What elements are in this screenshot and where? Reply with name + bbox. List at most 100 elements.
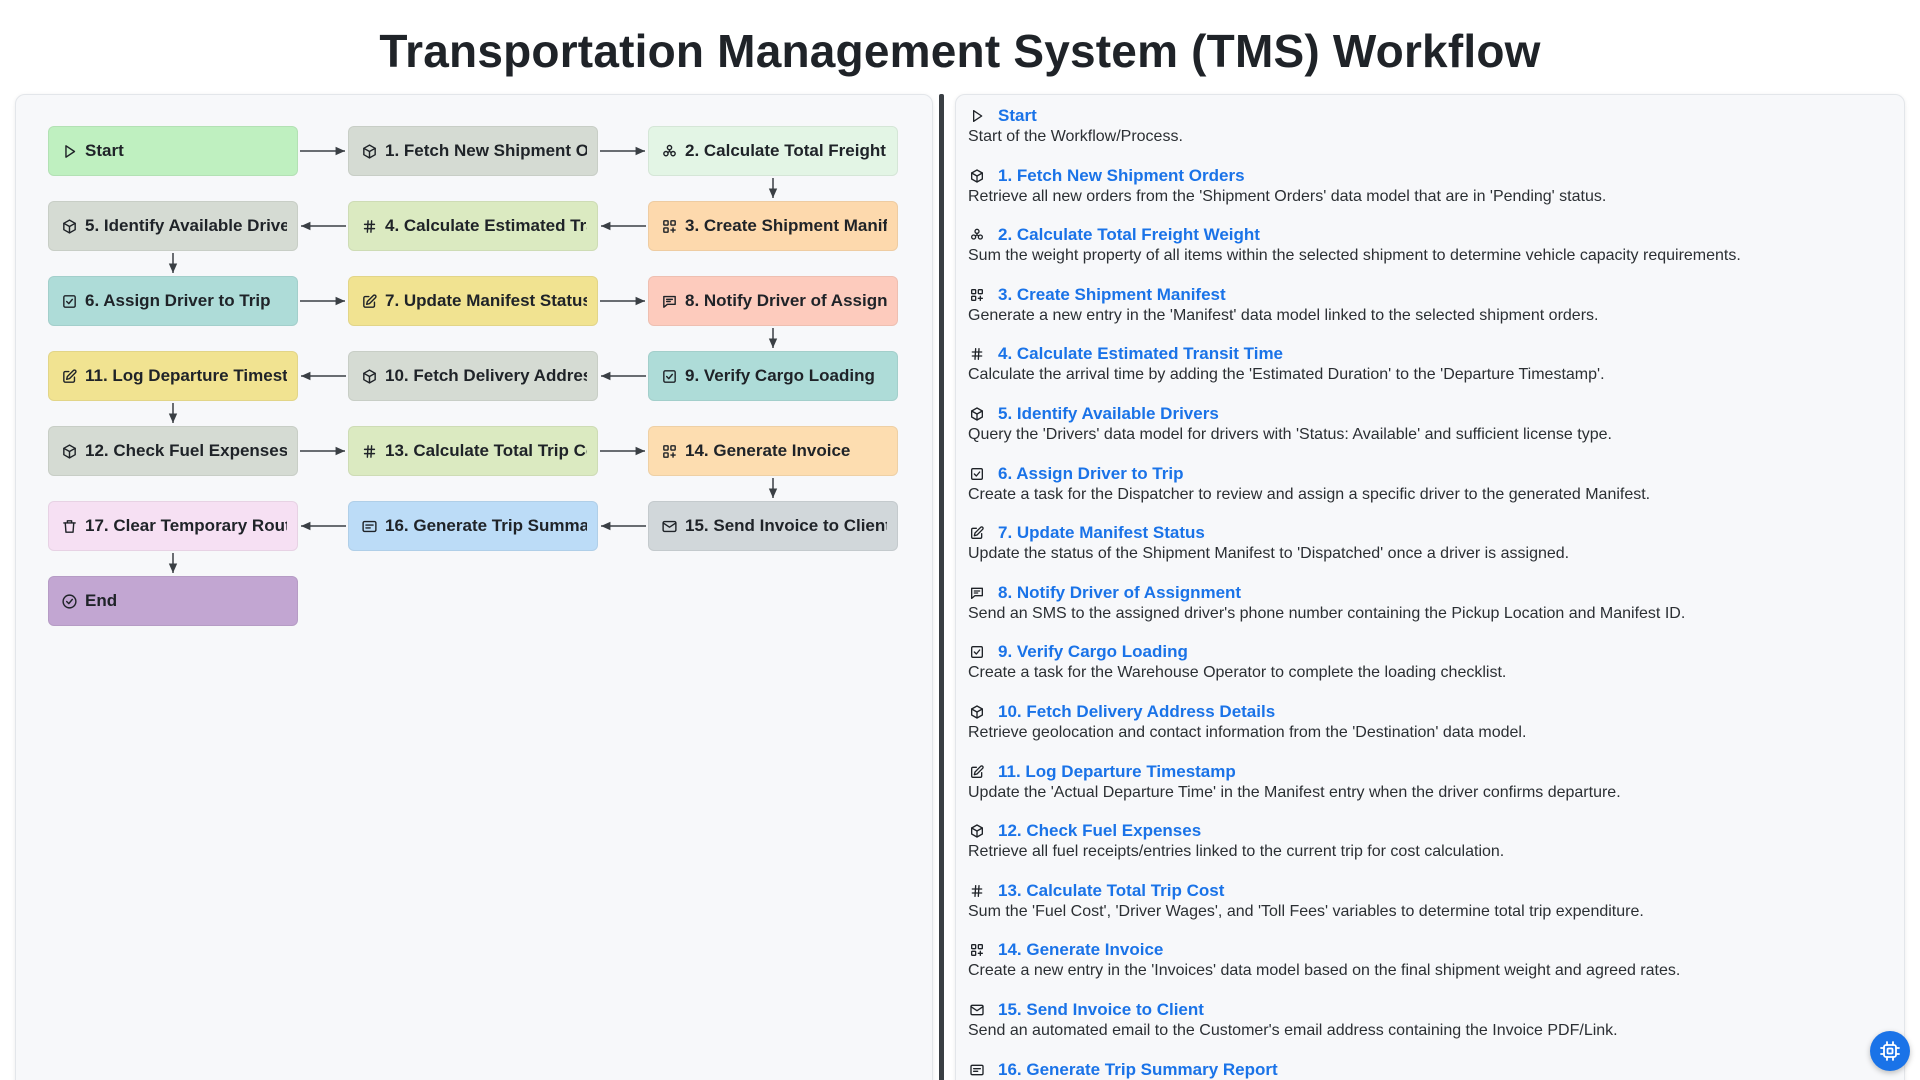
check-circle-icon (61, 593, 78, 610)
hash-icon (363, 444, 376, 458)
step-description-title-link[interactable]: 8. Notify Driver of Assignment (998, 583, 1241, 603)
step-description-title-link[interactable]: 9. Verify Cargo Loading (998, 642, 1188, 662)
hash-icon (968, 346, 985, 363)
workflow-node[interactable]: 5. Identify Available Drivers (48, 201, 298, 251)
workflow-node[interactable]: 14. Generate Invoice (648, 426, 898, 476)
workflow-node[interactable]: 4. Calculate Estimated Transit Time (348, 201, 598, 251)
step-description-title-link[interactable]: 16. Generate Trip Summary Report (998, 1060, 1278, 1080)
workflow-node[interactable]: 1. Fetch New Shipment Orders (348, 126, 598, 176)
step-description: 8. Notify Driver of Assignment Send an SM… (968, 582, 1888, 642)
workflow-node-label: 2. Calculate Total Freight Weight (685, 141, 887, 160)
step-description: 9. Verify Cargo Loading Create a task for… (968, 641, 1888, 701)
step-description-text: Generate a new entry in the 'Manifest' d… (968, 306, 1599, 324)
grid-icon (968, 286, 985, 303)
grid-icon (968, 942, 985, 959)
workflow-node[interactable]: 3. Create Shipment Manifest (648, 201, 898, 251)
play-icon (65, 144, 76, 158)
box-icon (363, 143, 376, 159)
step-description-title-link[interactable]: 11. Log Departure Timestamp (998, 762, 1236, 782)
step-description-header: 5. Identify Available Drivers (968, 403, 1888, 425)
workflow-node-label: 4. Calculate Estimated Transit Time (385, 216, 587, 235)
box-icon (61, 443, 78, 460)
box-icon (970, 824, 983, 838)
play-icon (61, 143, 78, 160)
step-description-text: Query the 'Drivers' data model for drive… (968, 425, 1612, 443)
chip-icon (1880, 1041, 1900, 1061)
step-description-title-link[interactable]: 3. Create Shipment Manifest (998, 285, 1226, 305)
page-title: Transportation Management System (TMS) W… (379, 25, 1541, 77)
box-icon (63, 218, 76, 234)
edit-icon (63, 368, 77, 383)
step-description: 13. Calculate Total Trip Cost Sum the 'Fu… (968, 880, 1888, 940)
checkbox-icon (63, 294, 76, 308)
step-description-title-link[interactable]: Start (998, 106, 1037, 126)
hash-icon (363, 219, 376, 233)
step-description-title-link[interactable]: 12. Check Fuel Expenses (998, 821, 1201, 841)
workflow-node-label: 3. Create Shipment Manifest (685, 216, 887, 235)
message-icon (663, 295, 676, 308)
workflow-node-label: 16. Generate Trip Summary Report (385, 516, 587, 535)
step-description-title-link[interactable]: 5. Identify Available Drivers (998, 404, 1219, 424)
list-icon (361, 518, 378, 535)
workflow-node-label: 11. Log Departure Timestamp (85, 366, 287, 385)
workflow-node[interactable]: 9. Verify Cargo Loading (648, 351, 898, 401)
chip-icon-button[interactable] (1870, 1031, 1910, 1071)
box-icon (970, 705, 983, 719)
step-description-title-link[interactable]: 13. Calculate Total Trip Cost (998, 881, 1224, 901)
step-description-header: 2. Calculate Total Freight Weight (968, 224, 1888, 246)
step-description-title-link[interactable]: 15. Send Invoice to Client (998, 1000, 1204, 1020)
checkbox-icon (663, 369, 676, 383)
hash-icon (361, 218, 378, 235)
step-description: 12. Check Fuel Expenses Retrieve all fuel… (968, 820, 1888, 880)
grid-icon (663, 444, 676, 458)
workflow-node[interactable]: 15. Send Invoice to Client (648, 501, 898, 551)
step-description-title-link[interactable]: 7. Update Manifest Status (998, 523, 1205, 543)
step-description-text: Update the 'Actual Departure Time' in th… (968, 783, 1621, 801)
step-description-title-link[interactable]: 4. Calculate Estimated Transit Time (998, 344, 1283, 364)
step-description-title-link[interactable]: 1. Fetch New Shipment Orders (998, 166, 1245, 186)
workflow-node[interactable]: 16. Generate Trip Summary Report (348, 501, 598, 551)
cluster-icon (661, 143, 678, 160)
workflow-node[interactable]: 17. Clear Temporary Route Data (48, 501, 298, 551)
workflow-node[interactable]: 8. Notify Driver of Assignment (648, 276, 898, 326)
mail-icon (968, 1001, 985, 1018)
workflow-node-label: 9. Verify Cargo Loading (685, 366, 875, 385)
edit-icon (363, 293, 377, 308)
edit-icon (61, 368, 78, 385)
step-description-text: Create a task for the Dispatcher to revi… (968, 485, 1651, 503)
edit-icon (968, 525, 985, 542)
workflow-node[interactable]: 10. Fetch Delivery Address Details (348, 351, 598, 401)
workflow-node[interactable]: 7. Update Manifest Status (348, 276, 598, 326)
panel-divider[interactable] (939, 94, 944, 1080)
step-description-header: 4. Calculate Estimated Transit Time (968, 343, 1888, 365)
workflow-node[interactable]: End (48, 576, 298, 626)
workflow-node-label: 1. Fetch New Shipment Orders (385, 141, 587, 160)
step-description-text: Retrieve all new orders from the 'Shipme… (968, 187, 1607, 205)
workflow-node[interactable]: 2. Calculate Total Freight Weight (648, 126, 898, 176)
step-description-list: Start Start of the Workflow/Process. 1. Fe… (968, 105, 1888, 1080)
workflow-node[interactable]: 12. Check Fuel Expenses (48, 426, 298, 476)
workflow-node-label: 13. Calculate Total Trip Cost (385, 441, 587, 460)
workflow-node[interactable]: 13. Calculate Total Trip Cost (348, 426, 598, 476)
step-description-text: Create a task for the Warehouse Operator… (968, 664, 1507, 682)
step-descriptions-panel: Start Start of the Workflow/Process. 1. Fe… (955, 94, 1905, 1080)
checkbox-icon (970, 467, 983, 480)
step-description: 4. Calculate Estimated Transit Time Calcu… (968, 343, 1888, 403)
step-description: 2. Calculate Total Freight Weight Sum the… (968, 224, 1888, 284)
box-icon (361, 368, 378, 385)
box-icon (970, 168, 983, 183)
mail-icon (662, 520, 677, 532)
checkbox-icon (661, 368, 678, 385)
step-description-text: Retrieve all fuel receipts/entries linke… (968, 843, 1505, 861)
hash-icon (971, 348, 982, 361)
workflow-node[interactable]: 6. Assign Driver to Trip (48, 276, 298, 326)
workflow-node[interactable]: Start (48, 126, 298, 176)
step-description-title-link[interactable]: 14. Generate Invoice (998, 940, 1163, 960)
workflow-node[interactable]: 11. Log Departure Timestamp (48, 351, 298, 401)
step-description-text: Send an SMS to the assigned driver's pho… (968, 604, 1686, 622)
step-description-text: Start of the Workflow/Process. (968, 128, 1183, 145)
step-description-title-link[interactable]: 2. Calculate Total Freight Weight (998, 225, 1260, 245)
step-description-title-link[interactable]: 6. Assign Driver to Trip (998, 464, 1183, 484)
edit-icon (970, 526, 984, 540)
step-description-title-link[interactable]: 10. Fetch Delivery Address Details (998, 702, 1275, 722)
